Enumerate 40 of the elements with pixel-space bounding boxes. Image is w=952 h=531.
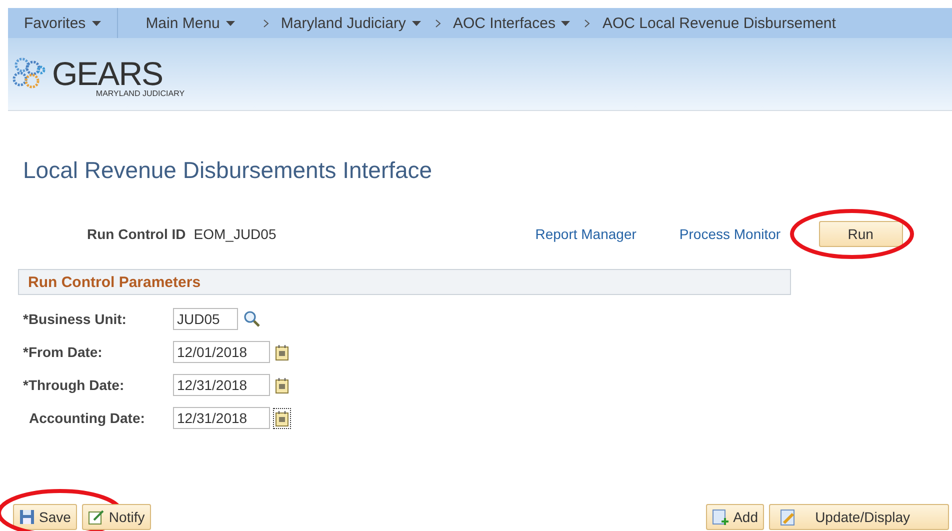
report-link[interactable]: Process Monitor — [679, 226, 781, 242]
breadcrumb-link[interactable]: AOC Interfaces — [434, 8, 584, 38]
gears-logo-icon — [12, 57, 46, 91]
section-title: Run Control Parameters — [28, 274, 201, 290]
logo-title: GEARS — [52, 58, 163, 88]
input-field[interactable]: 12/31/2018 — [173, 374, 270, 396]
field-label: *Through Date: — [23, 377, 126, 393]
input-field[interactable]: 12/31/2018 — [173, 407, 270, 429]
field-label: *Business Unit: — [23, 311, 128, 327]
notify-button[interactable]: Notify — [82, 504, 151, 530]
caret-icon — [92, 20, 101, 26]
pencil-page-icon — [780, 508, 797, 526]
menu-dropdown[interactable]: Main Menu — [118, 8, 263, 38]
report-link[interactable]: Report Manager — [535, 226, 636, 242]
page-title: Local Revenue Disbursements Interface — [23, 157, 434, 184]
input-field[interactable]: JUD05 — [173, 308, 238, 330]
update-button[interactable]: Update/Display — [769, 504, 949, 530]
breadcrumb-link[interactable]: Maryland Judiciary — [262, 8, 435, 38]
calendar-icon[interactable] — [275, 344, 289, 360]
note-pencil-icon — [88, 509, 105, 525]
save-button[interactable]: Save — [13, 504, 77, 530]
calendar-icon[interactable] — [275, 376, 289, 394]
caret-icon — [561, 20, 570, 26]
run-button[interactable]: Run — [818, 221, 903, 247]
field-label: Run Control ID — [87, 226, 186, 242]
input-field[interactable]: 12/01/2018 — [173, 341, 270, 363]
caret-icon — [412, 20, 421, 26]
chevron-icon — [434, 18, 441, 28]
field-label: *From Date: — [23, 344, 104, 360]
caret-icon — [226, 20, 235, 26]
chevron-icon — [584, 18, 590, 28]
breadcrumb-link[interactable]: AOC Local Revenue Disbursement — [584, 8, 850, 38]
add-button[interactable]: Add — [706, 504, 764, 530]
search-icon[interactable] — [243, 310, 261, 328]
add-page-icon — [712, 508, 730, 526]
field-label: Accounting Date: — [28, 410, 146, 426]
logo-subtitle: MARYLAND JUDICIARY — [96, 88, 185, 98]
field-value: EOM_JUD05 — [194, 226, 276, 242]
calendar-icon[interactable] — [275, 410, 289, 426]
chevron-icon — [262, 18, 269, 28]
